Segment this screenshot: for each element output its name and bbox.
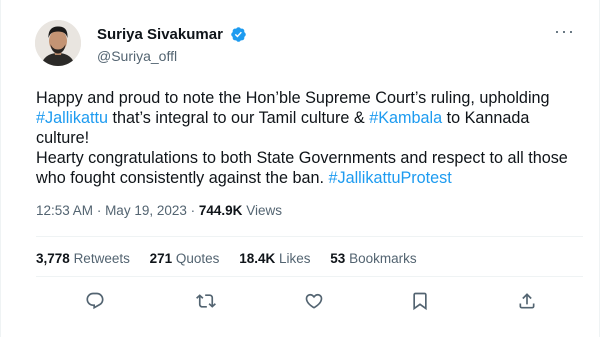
bookmarks-label: Bookmarks bbox=[349, 251, 417, 266]
author-block: Suriya Sivakumar @Suriya_offl bbox=[97, 26, 247, 63]
quotes-stat[interactable]: 271 Quotes bbox=[150, 251, 220, 266]
like-icon bbox=[305, 293, 323, 309]
tweet-meta: 12:53 AM · May 19, 2023 · 744.9K Views bbox=[36, 203, 282, 218]
retweet-button[interactable] bbox=[193, 288, 219, 314]
likes-count: 18.4K bbox=[239, 251, 276, 266]
divider bbox=[36, 236, 583, 237]
avatar[interactable] bbox=[35, 20, 81, 66]
more-options-icon[interactable]: ··· bbox=[554, 22, 575, 40]
action-bar bbox=[36, 288, 583, 314]
quotes-count: 271 bbox=[149, 251, 173, 266]
views-label: Views bbox=[246, 203, 282, 218]
meta-separator: · bbox=[190, 203, 199, 218]
bookmark-button[interactable] bbox=[407, 288, 433, 314]
verified-badge-icon bbox=[231, 27, 247, 42]
tweet-text-segment: that’s integral to our Tamil culture & bbox=[107, 109, 370, 127]
likes-stat[interactable]: 18.4K Likes bbox=[239, 251, 310, 266]
likes-label: Likes bbox=[279, 251, 311, 266]
retweets-label: Retweets bbox=[73, 251, 130, 266]
like-button[interactable] bbox=[301, 288, 327, 314]
tweet-text-segment: Hearty congratulations to both State Gov… bbox=[36, 149, 568, 187]
retweets-count: 3,778 bbox=[36, 251, 70, 266]
views-count: 744.9K bbox=[198, 203, 243, 218]
bookmarks-count: 53 bbox=[330, 251, 346, 266]
engagement-stats: 3,778 Retweets 271 Quotes 18.4K Likes 53… bbox=[36, 251, 433, 266]
handle[interactable]: @Suriya_offl bbox=[97, 49, 247, 63]
bookmarks-stat[interactable]: 53 Bookmarks bbox=[330, 251, 416, 266]
tweet-text: Happy and proud to note the Hon’ble Supr… bbox=[36, 88, 584, 188]
tweet-card: Suriya Sivakumar @Suriya_offl ··· Happy … bbox=[0, 0, 600, 337]
meta-separator: · bbox=[96, 203, 106, 218]
reply-icon bbox=[86, 292, 104, 310]
retweet-icon bbox=[196, 294, 216, 308]
tweet-time[interactable]: 12:53 AM bbox=[36, 203, 93, 218]
bookmark-icon bbox=[413, 292, 427, 311]
divider bbox=[36, 276, 583, 277]
profile-photo bbox=[35, 20, 81, 66]
hashtag-link[interactable]: #JallikattuProtest bbox=[328, 169, 451, 187]
share-button[interactable] bbox=[514, 288, 540, 314]
quotes-label: Quotes bbox=[175, 251, 220, 266]
share-icon bbox=[519, 293, 535, 309]
reply-button[interactable] bbox=[82, 288, 108, 314]
display-name[interactable]: Suriya Sivakumar bbox=[97, 27, 223, 42]
hashtag-link[interactable]: #Kambala bbox=[369, 109, 442, 127]
hashtag-link[interactable]: #Jallikattu bbox=[36, 109, 108, 127]
tweet-date[interactable]: May 19, 2023 bbox=[105, 203, 187, 218]
retweets-stat[interactable]: 3,778 Retweets bbox=[36, 251, 130, 266]
tweet-text-segment: Happy and proud to note the Hon’ble Supr… bbox=[36, 89, 550, 107]
